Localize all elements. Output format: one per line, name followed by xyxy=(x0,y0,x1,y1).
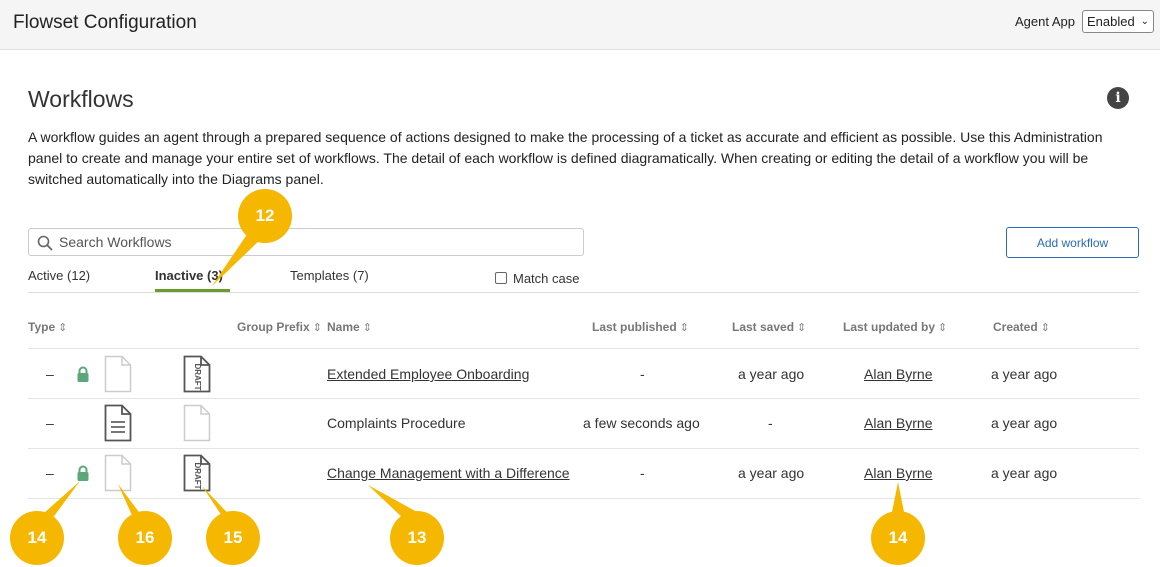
sort-icon: ⇕ xyxy=(58,322,68,334)
callout-badge: 16 xyxy=(118,511,172,565)
draft-document-icon[interactable]: DRAFT xyxy=(183,355,211,393)
info-icon[interactable]: i xyxy=(1107,87,1129,109)
lock-icon xyxy=(77,366,89,382)
last-saved-cell: a year ago xyxy=(738,366,805,382)
match-case-label: Match case xyxy=(513,271,580,286)
row-divider xyxy=(28,498,1139,499)
column-header-group-prefix[interactable]: Group Prefix ⇕ xyxy=(237,320,322,334)
chevron-down-icon: ⌄ xyxy=(1140,16,1149,27)
updated-by-link[interactable]: Alan Byrne xyxy=(864,415,932,431)
blank-document-icon[interactable] xyxy=(104,355,132,393)
add-workflow-button[interactable]: Add workflow xyxy=(1006,227,1139,258)
created-cell: a year ago xyxy=(991,366,1058,382)
sort-icon: ⇕ xyxy=(1040,322,1050,334)
callout-badge: 13 xyxy=(390,511,444,565)
search-icon xyxy=(37,235,53,251)
callout-badge: 14 xyxy=(871,511,925,565)
sort-icon: ⇕ xyxy=(312,322,322,334)
type-cell: – xyxy=(46,415,54,431)
column-header-last-saved[interactable]: Last saved ⇕ xyxy=(732,320,806,334)
column-header-last-published[interactable]: Last published ⇕ xyxy=(592,320,689,334)
callout-badge: 14 xyxy=(10,511,64,565)
tab-templates[interactable]: Templates (7) xyxy=(290,268,369,283)
row-divider xyxy=(28,398,1139,399)
draft-document-icon[interactable]: DRAFT xyxy=(183,454,211,492)
tab-active[interactable]: Active (12) xyxy=(28,268,90,283)
sort-icon: ⇕ xyxy=(797,322,807,334)
row-divider xyxy=(28,448,1139,449)
workflow-name-link[interactable]: Change Management with a Difference xyxy=(327,465,570,481)
published-document-icon[interactable] xyxy=(104,404,132,442)
column-header-type[interactable]: Type ⇕ xyxy=(28,320,67,334)
sort-icon: ⇕ xyxy=(679,322,689,334)
sort-icon: ⇕ xyxy=(938,322,948,334)
last-published-cell: a few seconds ago xyxy=(583,415,700,431)
created-cell: a year ago xyxy=(991,465,1058,481)
column-header-created[interactable]: Created ⇕ xyxy=(993,320,1050,334)
agent-app-value: Enabled xyxy=(1087,14,1135,29)
lock-icon xyxy=(77,465,89,481)
callout-arrows xyxy=(34,230,906,527)
top-bar: Flowset Configuration Agent App Enabled … xyxy=(0,0,1160,50)
last-published-cell: - xyxy=(640,366,645,382)
agent-app-label: Agent App xyxy=(1015,14,1075,29)
blank-document-icon[interactable] xyxy=(183,404,211,442)
match-case-checkbox[interactable] xyxy=(495,272,507,284)
sort-icon: ⇕ xyxy=(362,322,372,334)
type-cell: – xyxy=(46,465,54,481)
agent-app-select[interactable]: Enabled ⌄ xyxy=(1082,10,1154,33)
workflow-name-link[interactable]: Extended Employee Onboarding xyxy=(327,366,529,382)
workflow-name[interactable]: Complaints Procedure xyxy=(327,415,466,431)
callout-badge: 15 xyxy=(206,511,260,565)
match-case-option[interactable]: Match case xyxy=(495,271,579,286)
updated-by-link[interactable]: Alan Byrne xyxy=(864,366,932,382)
page-title: Workflows xyxy=(28,86,134,112)
column-header-name[interactable]: Name ⇕ xyxy=(327,320,372,334)
tab-inactive[interactable]: Inactive (3) xyxy=(155,268,223,283)
search-box[interactable] xyxy=(28,228,584,256)
blank-document-icon[interactable] xyxy=(104,454,132,492)
page-description: A workflow guides an agent through a pre… xyxy=(28,129,1103,187)
draft-label: DRAFT xyxy=(193,363,202,390)
updated-by-link[interactable]: Alan Byrne xyxy=(864,465,932,481)
last-saved-cell: - xyxy=(768,415,773,431)
created-cell: a year ago xyxy=(991,415,1058,431)
draft-label: DRAFT xyxy=(193,462,202,489)
type-cell: – xyxy=(46,366,54,382)
column-header-last-updated-by[interactable]: Last updated by ⇕ xyxy=(843,320,947,334)
last-published-cell: - xyxy=(640,465,645,481)
table-header-divider xyxy=(28,348,1139,349)
app-title: Flowset Configuration xyxy=(13,12,197,33)
callout-badge: 12 xyxy=(238,189,292,243)
last-saved-cell: a year ago xyxy=(738,465,805,481)
search-input[interactable] xyxy=(59,233,559,251)
tabs-divider xyxy=(28,292,1139,293)
